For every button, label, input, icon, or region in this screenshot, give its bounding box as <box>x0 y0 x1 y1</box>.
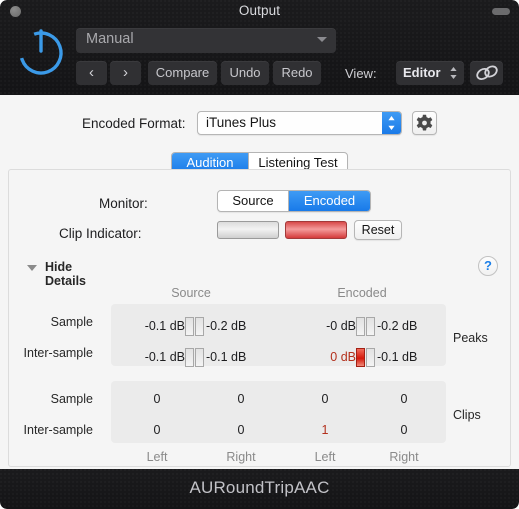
channel-label-encoded-right: Right <box>389 450 419 464</box>
clip-count: 0 <box>400 423 408 437</box>
power-icon <box>19 29 63 75</box>
peak-value: -0.1 dB <box>377 350 418 364</box>
stepper-arrows-icon <box>388 116 395 130</box>
clip-indicator-label: Clip Indicator: <box>59 226 142 241</box>
column-group-source: Source <box>171 286 211 300</box>
main-content: Encoded Format: iTunes Plus Audition Lis… <box>0 95 519 469</box>
hide-details-label: Hide Details <box>45 260 86 288</box>
peak-meter-left <box>185 316 194 336</box>
plugin-window: Output Manual ‹ › Compare Undo Redo View… <box>0 0 519 509</box>
peak-cell-encoded-sample: -0 dB -0.2 dB <box>302 315 431 337</box>
peak-value: -0.1 dB <box>144 319 185 333</box>
encoded-format-row: Encoded Format: iTunes Plus <box>0 111 519 137</box>
compare-button[interactable]: Compare <box>148 61 217 85</box>
channel-label-source-left: Left <box>146 450 168 464</box>
power-button[interactable] <box>14 24 68 78</box>
clip-count: 0 <box>321 392 329 406</box>
peak-meter-right <box>366 316 375 336</box>
preset-menu[interactable]: Manual <box>76 28 336 53</box>
window-header: Output Manual ‹ › Compare Undo Redo View… <box>0 0 519 95</box>
peak-value: -0.1 dB <box>206 350 247 364</box>
clip-count-clipped: 1 <box>321 423 329 437</box>
plugin-name: AURoundTripAAC <box>189 478 330 497</box>
peak-value: -0.2 dB <box>377 319 418 333</box>
monitor-segmented-control: Source Encoded <box>217 190 371 212</box>
peak-meter-right <box>366 347 375 367</box>
titlebar: Output <box>0 0 519 22</box>
clips-row-label-intersample: Inter-sample <box>23 423 93 437</box>
peaks-row-label-sample: Sample <box>50 315 93 329</box>
stepper-updown-icon[interactable] <box>382 112 401 134</box>
redo-button[interactable]: Redo <box>273 61 321 85</box>
clip-count: 0 <box>400 392 408 406</box>
settings-gear-button[interactable] <box>412 111 437 135</box>
peaks-side-label: Peaks <box>453 331 488 345</box>
peak-value-clipped: 0 dB <box>330 350 356 364</box>
disclosure-triangle-down-icon <box>27 265 37 271</box>
peak-cell-source-intersample: -0.1 dB -0.1 dB <box>131 346 260 368</box>
stepper-updown-icon <box>450 67 457 79</box>
clip-indicator-left[interactable] <box>217 221 279 239</box>
clip-count: 0 <box>237 392 245 406</box>
link-button[interactable] <box>470 61 503 85</box>
encoded-format-value: iTunes Plus <box>206 115 277 130</box>
peak-value: -0 dB <box>326 319 356 333</box>
undo-button[interactable]: Undo <box>221 61 269 85</box>
preset-menu-value: Manual <box>86 31 134 47</box>
previous-preset-button[interactable]: ‹ <box>76 61 107 85</box>
reset-button[interactable]: Reset <box>354 220 402 240</box>
view-label: View: <box>345 66 377 81</box>
peak-value: -0.1 dB <box>144 350 185 364</box>
peak-meter-left <box>185 347 194 367</box>
monitor-label: Monitor: <box>99 196 148 211</box>
audition-panel: Monitor: Source Encoded Clip Indicator: … <box>8 169 511 467</box>
view-menu-value: Editor <box>403 65 441 80</box>
link-chain-icon <box>476 65 498 81</box>
clips-row-label-sample: Sample <box>50 392 93 406</box>
resize-pill-icon[interactable] <box>492 8 510 15</box>
peak-value: -0.2 dB <box>206 319 247 333</box>
help-question-icon[interactable]: ? <box>478 256 498 276</box>
next-arrow-icon: › <box>123 64 128 81</box>
clip-count: 0 <box>237 423 245 437</box>
prev-arrow-icon: ‹ <box>89 64 94 81</box>
view-menu[interactable]: Editor <box>396 61 464 85</box>
chevron-down-icon <box>317 37 327 42</box>
column-group-encoded: Encoded <box>337 286 387 300</box>
peak-meter-left-clipped <box>356 347 365 367</box>
clips-side-label: Clips <box>453 408 481 422</box>
monitor-option-source[interactable]: Source <box>218 191 288 211</box>
channel-label-encoded-left: Left <box>314 450 336 464</box>
clip-indicator-right[interactable] <box>285 221 347 239</box>
window-title: Output <box>238 3 281 18</box>
peak-meter-right <box>195 347 204 367</box>
clip-count: 0 <box>153 392 161 406</box>
peak-meter-right <box>195 316 204 336</box>
peaks-row-label-intersample: Inter-sample <box>23 346 93 360</box>
encoded-format-label: Encoded Format: <box>82 116 186 131</box>
gear-icon <box>416 114 433 131</box>
encoded-format-select[interactable]: iTunes Plus <box>197 111 402 135</box>
peak-cell-source-sample: -0.1 dB -0.2 dB <box>131 315 260 337</box>
window-footer: AURoundTripAAC <box>0 469 519 509</box>
peak-meter-left <box>356 316 365 336</box>
clip-count: 0 <box>153 423 161 437</box>
channel-label-source-right: Right <box>226 450 256 464</box>
monitor-option-encoded[interactable]: Encoded <box>288 191 370 211</box>
next-preset-button[interactable]: › <box>110 61 141 85</box>
peak-cell-encoded-intersample: 0 dB -0.1 dB <box>302 346 431 368</box>
